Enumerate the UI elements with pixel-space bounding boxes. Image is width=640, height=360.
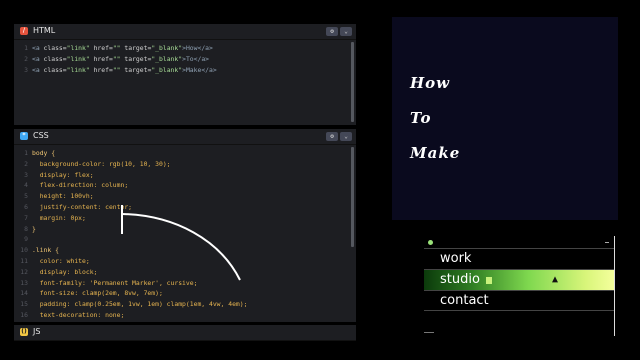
code-line: 2 <a class="link" href="" target="_blank"… bbox=[14, 54, 356, 65]
divider bbox=[614, 236, 615, 336]
code-line: 8} bbox=[14, 224, 356, 235]
document-icon bbox=[486, 277, 492, 284]
preview-link-to[interactable]: To bbox=[410, 109, 431, 127]
code-text: flex-direction: column; bbox=[32, 181, 129, 190]
code-text: display: flex; bbox=[32, 170, 94, 179]
line-number: 7 bbox=[24, 213, 28, 222]
menu-demo: work studio ▲ contact bbox=[424, 236, 617, 340]
code-text: body { bbox=[32, 149, 56, 157]
code-line: 6 justify-content: center; bbox=[14, 202, 356, 213]
line-number: 3 bbox=[24, 65, 28, 74]
js-panel-title-group: () JS bbox=[20, 327, 40, 336]
code-line: 11 color: white; bbox=[14, 256, 356, 267]
code-line: 1 body { bbox=[14, 148, 356, 159]
code-line: 3 <a class="link" href="" target="_blank"… bbox=[14, 65, 356, 76]
code-line: 5 height: 100vh; bbox=[14, 191, 356, 202]
chevron-down-icon[interactable]: ⌄ bbox=[340, 132, 352, 141]
menu-item-label: work bbox=[440, 251, 472, 266]
menu-item-label: studio bbox=[440, 272, 480, 287]
status-dot bbox=[428, 240, 433, 245]
menu-item-work[interactable]: work bbox=[424, 248, 614, 269]
css-panel-controls: ⚙ ⌄ bbox=[326, 132, 352, 141]
code-text: justify-content: center; bbox=[32, 202, 133, 211]
code-line: 3 display: flex; bbox=[14, 170, 356, 181]
line-number: 5 bbox=[24, 192, 28, 201]
code-line: 13 font-family: 'Permanent Marker', curs… bbox=[14, 278, 356, 289]
code-text: text-decoration: none; bbox=[32, 310, 125, 319]
code-text: color: white; bbox=[32, 256, 90, 265]
line-number: 9 bbox=[24, 235, 28, 244]
code-text: height: 100vh; bbox=[32, 192, 94, 201]
code-text: padding: clamp(0.25em, 1vw, 1em) clamp(1… bbox=[32, 300, 248, 309]
preview-link-make[interactable]: Make bbox=[410, 144, 460, 162]
js-panel-title: JS bbox=[33, 327, 41, 336]
line-number: 15 bbox=[20, 300, 28, 309]
line-number: 3 bbox=[24, 170, 28, 179]
code-line: 14 font-size: clamp(2em, 8vw, 7em); bbox=[14, 288, 356, 299]
html-code-editor[interactable]: 1 <a class="link" href="" target="_blank"… bbox=[14, 40, 356, 75]
code-text: display: block; bbox=[32, 267, 98, 276]
js-editor-panel: () JS bbox=[14, 325, 356, 341]
chevron-down-icon[interactable]: ⌄ bbox=[340, 27, 352, 36]
line-number: 13 bbox=[20, 278, 28, 287]
code-text: <a class="link" href="" target="_blank">… bbox=[32, 44, 213, 52]
html-editor-panel: / HTML ⚙ ⌄ 1 <a class="link" href="" targ… bbox=[14, 24, 356, 125]
code-text: <a class="link" href="" target="_blank">… bbox=[32, 65, 217, 74]
code-line: 15 padding: clamp(0.25em, 1vw, 1em) clam… bbox=[14, 299, 356, 310]
css-panel-header: * CSS ⚙ ⌄ bbox=[14, 129, 356, 145]
css-editor-panel: * CSS ⚙ ⌄ 1 body { 2 background-color: rgb… bbox=[14, 129, 356, 322]
code-line: 2 background-color: rgb(10, 10, 30); bbox=[14, 159, 356, 170]
css-icon: * bbox=[20, 131, 28, 140]
code-text: background-color: rgb(10, 10, 30); bbox=[32, 159, 171, 168]
menu-item-studio[interactable]: studio ▲ bbox=[424, 269, 614, 290]
code-text: } bbox=[32, 224, 36, 233]
line-number: 1 bbox=[24, 149, 28, 157]
line-number: 10 bbox=[20, 246, 28, 255]
css-code-editor[interactable]: 1 body { 2 background-color: rgb(10, 10, 3… bbox=[14, 145, 356, 321]
line-number: 14 bbox=[20, 289, 28, 298]
code-text: .link { bbox=[32, 246, 59, 255]
line-number: 2 bbox=[24, 54, 28, 63]
line-number: 8 bbox=[24, 224, 28, 233]
html-panel-title-group: / HTML bbox=[20, 26, 55, 35]
preview-link-how[interactable]: How bbox=[410, 74, 450, 92]
line-number: 2 bbox=[24, 159, 28, 168]
html-panel-controls: ⚙ ⌄ bbox=[326, 27, 352, 36]
line-number: 1 bbox=[24, 44, 28, 52]
code-line: 10 .link { bbox=[14, 245, 356, 256]
code-line: 7 margin: 0px; bbox=[14, 213, 356, 224]
html-scrollbar[interactable] bbox=[351, 42, 354, 122]
code-text: font-family: 'Permanent Marker', cursive… bbox=[32, 278, 198, 287]
settings-icon[interactable]: ⚙ bbox=[326, 27, 338, 36]
code-line: 16 text-decoration: none; bbox=[14, 310, 356, 321]
line-number: 16 bbox=[20, 310, 28, 319]
html-panel-title: HTML bbox=[33, 26, 56, 35]
code-text: <a class="link" href="" target="_blank">… bbox=[32, 54, 210, 63]
code-line: 4 flex-direction: column; bbox=[14, 180, 356, 191]
css-panel-title: CSS bbox=[33, 131, 49, 140]
menu-item-label: contact bbox=[440, 293, 489, 308]
css-panel-title-group: * CSS bbox=[20, 131, 49, 140]
line-number: 6 bbox=[24, 202, 28, 211]
code-line: 1 <a class="link" href="" target="_blank"… bbox=[14, 43, 356, 54]
pointer-cursor-icon: ▲ bbox=[552, 274, 559, 285]
html-icon: / bbox=[20, 26, 28, 35]
line-number: 11 bbox=[20, 256, 28, 265]
code-line: 12 display: block; bbox=[14, 267, 356, 278]
js-icon: () bbox=[20, 327, 28, 336]
footer-rule bbox=[424, 332, 434, 333]
html-panel-header: / HTML ⚙ ⌄ bbox=[14, 24, 356, 40]
result-preview: How To Make bbox=[392, 17, 618, 220]
js-panel-header: () JS bbox=[14, 325, 356, 341]
code-text: font-size: clamp(2em, 8vw, 7em); bbox=[32, 289, 163, 298]
menu-item-contact[interactable]: contact bbox=[424, 290, 614, 311]
css-scrollbar[interactable] bbox=[351, 147, 354, 247]
settings-icon[interactable]: ⚙ bbox=[326, 132, 338, 141]
menu-dash-icon[interactable] bbox=[605, 242, 609, 243]
line-number: 4 bbox=[24, 181, 28, 190]
code-text: margin: 0px; bbox=[32, 213, 86, 222]
line-number: 12 bbox=[20, 267, 28, 276]
code-line: 9 bbox=[14, 234, 356, 245]
